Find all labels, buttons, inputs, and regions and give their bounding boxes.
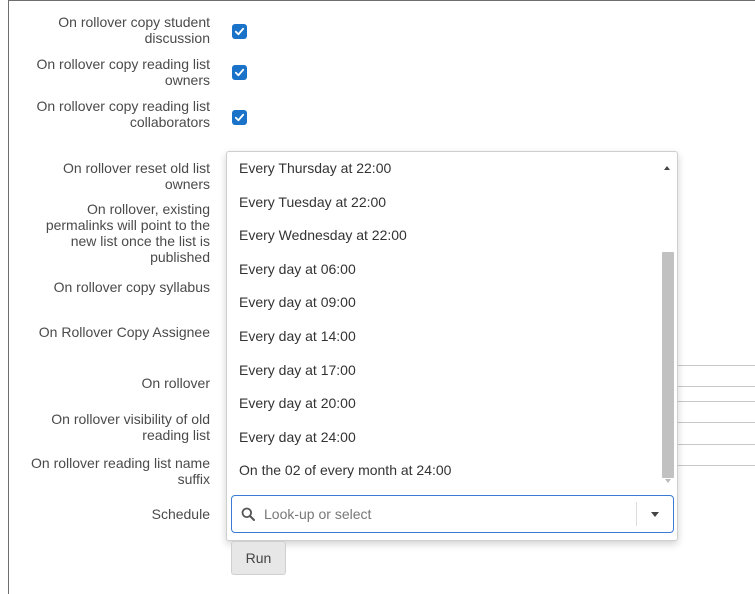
schedule-dropdown[interactable]: Every Thursday at 22:00 Every Tuesday at… <box>226 151 678 541</box>
schedule-option[interactable]: Every day at 14:00 <box>227 320 661 354</box>
label-schedule: Schedule <box>151 506 210 522</box>
schedule-search-box[interactable] <box>231 495 674 533</box>
label-copy-reading-list-collaborators: On rollover copy reading list collaborat… <box>36 98 210 130</box>
label-reset-old-list-owners: On rollover reset old list owners <box>62 160 210 192</box>
schedule-option[interactable]: Every day at 09:00 <box>227 286 661 320</box>
checkbox-copy-reading-list-collaborators[interactable] <box>232 110 247 125</box>
schedule-option[interactable]: Every day at 06:00 <box>227 253 661 287</box>
schedule-search-input[interactable] <box>264 502 624 526</box>
schedule-option[interactable]: Every day at 24:00 <box>227 421 661 455</box>
scroll-up-arrow-icon[interactable] <box>664 166 670 170</box>
schedule-option[interactable]: Every Wednesday at 22:00 <box>227 219 661 253</box>
label-permalinks: On rollover, existing permalinks will po… <box>45 201 210 265</box>
label-on-rollover: On rollover <box>141 375 210 391</box>
schedule-option[interactable]: Every day at 20:00 <box>227 387 661 421</box>
scroll-down-arrow-icon[interactable] <box>665 479 671 483</box>
label-visibility-old-list: On rollover visibility of old reading li… <box>51 411 210 443</box>
label-copy-syllabus: On rollover copy syllabus <box>53 279 210 295</box>
schedule-option[interactable]: Every day at 17:00 <box>227 354 661 388</box>
checkmark-icon <box>234 113 245 122</box>
checkbox-copy-student-discussion[interactable] <box>232 24 247 39</box>
label-copy-student-discussion: On rollover copy student discussion <box>58 14 210 46</box>
scrollbar-thumb[interactable] <box>662 252 674 478</box>
checkmark-icon <box>234 68 245 77</box>
run-button[interactable]: Run <box>231 541 286 575</box>
schedule-option[interactable]: Every Tuesday at 22:00 <box>227 186 661 220</box>
label-copy-reading-list-owners: On rollover copy reading list owners <box>36 56 210 88</box>
chevron-down-icon[interactable] <box>651 512 659 517</box>
dropdown-scrollbar[interactable] <box>661 156 676 490</box>
checkbox-copy-reading-list-owners[interactable] <box>232 65 247 80</box>
divider <box>636 502 637 526</box>
label-copy-assignee: On Rollover Copy Assignee <box>38 324 210 340</box>
schedule-option[interactable]: On the 02 of every month at 24:00 <box>227 454 661 488</box>
schedule-options-list[interactable]: Every Thursday at 22:00 Every Tuesday at… <box>227 152 661 488</box>
label-name-suffix: On rollover reading list name suffix <box>31 455 210 487</box>
schedule-option[interactable]: Every Thursday at 22:00 <box>227 152 661 186</box>
checkmark-icon <box>234 27 245 36</box>
search-icon <box>241 507 255 521</box>
